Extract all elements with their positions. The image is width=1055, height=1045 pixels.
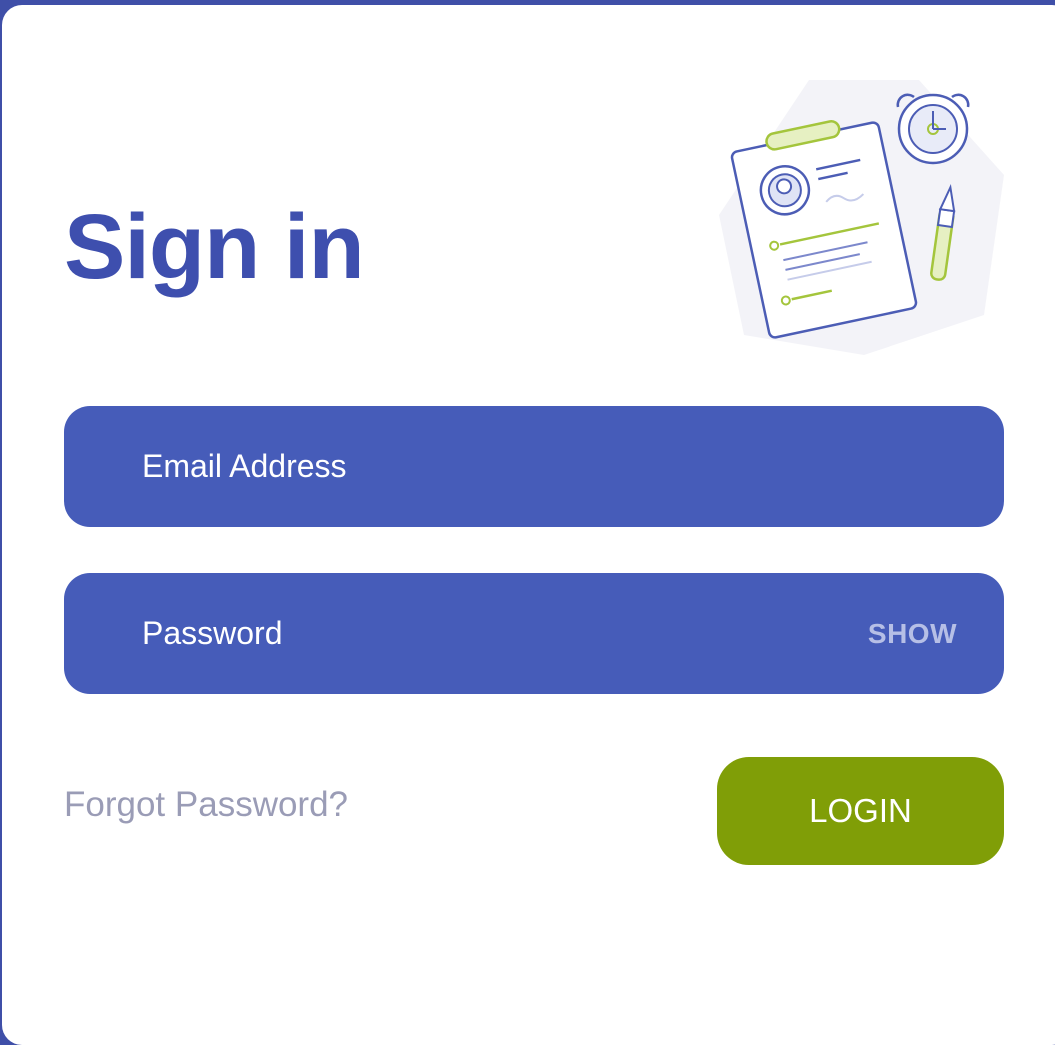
sign-in-card: Sign in Email Address Password SHOW Forg…: [2, 5, 1055, 1045]
email-placeholder: Email Address: [142, 448, 347, 484]
password-placeholder: Password: [142, 615, 283, 651]
login-button[interactable]: LOGIN: [717, 757, 1004, 865]
password-field[interactable]: Password SHOW: [64, 573, 1004, 694]
show-password-toggle[interactable]: SHOW: [868, 573, 957, 694]
resume-clipboard-illustration: [719, 80, 1004, 355]
page-title: Sign in: [64, 196, 365, 298]
forgot-password-link[interactable]: Forgot Password?: [64, 785, 348, 825]
email-field[interactable]: Email Address: [64, 406, 1004, 527]
